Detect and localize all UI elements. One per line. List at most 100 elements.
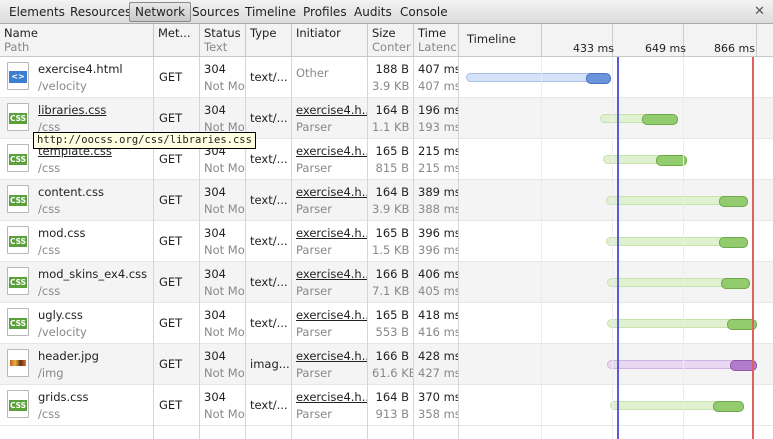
timeline-bar[interactable]: [610, 401, 744, 412]
request-initiator-type: Parser: [296, 284, 332, 298]
request-name[interactable]: ugly.css: [38, 307, 149, 324]
request-initiator-type: Parser: [296, 325, 332, 339]
request-time-cell: 428 ms 427 ms: [414, 344, 458, 385]
timeline-bar[interactable]: [607, 319, 757, 330]
column-header-size[interactable]: Size Conter: [368, 24, 414, 56]
request-size-cell: 164 B 913 B: [368, 385, 413, 426]
column-header-type[interactable]: Type: [246, 24, 292, 56]
request-time-cell: 418 ms 416 ms: [414, 303, 458, 344]
load-event-marker: [752, 57, 754, 439]
request-content-size: 913 B: [375, 407, 410, 421]
request-status: 304: [204, 267, 226, 281]
timeline-bar[interactable]: [607, 278, 750, 289]
request-name[interactable]: mod.css: [38, 225, 149, 242]
request-time-cell: 389 ms 388 ms: [414, 180, 458, 221]
request-name-cell[interactable]: grids.css/css: [34, 385, 153, 426]
timeline-bar-latency: [642, 114, 678, 125]
request-initiator[interactable]: exercise4.h...: [296, 184, 367, 201]
request-time: 407 ms: [418, 62, 458, 76]
request-status-cell: 304 Not Mo: [200, 57, 245, 98]
css-file-icon: [7, 103, 29, 131]
request-size: 188 B: [375, 62, 410, 76]
request-name[interactable]: mod_skins_ex4.css: [38, 266, 149, 283]
request-name[interactable]: exercise4.html: [38, 61, 149, 78]
request-method: GET: [159, 234, 183, 248]
tab-sources[interactable]: Sources: [187, 3, 244, 21]
table-row[interactable]: grids.css/css GET 304 Not Mo text/... exercis…: [0, 385, 773, 426]
column-divider: [245, 57, 246, 439]
request-initiator[interactable]: exercise4.h...: [296, 266, 367, 283]
request-name[interactable]: grids.css: [38, 389, 149, 406]
css-file-icon: [7, 185, 29, 213]
request-type: text/...: [250, 275, 288, 289]
request-latency: 388 ms: [418, 202, 458, 216]
request-initiator: Other: [296, 66, 329, 80]
network-request-list: exercise4.html/velocity GET 304 Not Mo text/…: [0, 57, 773, 439]
column-header-initiator[interactable]: Initiator: [292, 24, 368, 56]
tab-audits[interactable]: Audits: [349, 3, 397, 21]
table-row[interactable]: exercise4.html/velocity GET 304 Not Mo text/…: [0, 57, 773, 98]
tab-network[interactable]: Network: [129, 2, 192, 22]
table-row[interactable]: content.css/css GET 304 Not Mo text/... exerc…: [0, 180, 773, 221]
request-initiator[interactable]: exercise4.h...: [296, 143, 367, 160]
request-status-cell: 304 Not Mo: [200, 221, 245, 262]
tab-resources[interactable]: Resources: [65, 3, 136, 21]
table-row[interactable]: mod_skins_ex4.css/css GET 304 Not Mo text/..…: [0, 262, 773, 303]
network-grid-header: Name Path Met... Status Text Type Initia…: [0, 24, 773, 57]
request-status-text: Not Mo: [204, 161, 245, 175]
timeline-tick-label: 433 ms: [573, 42, 614, 55]
request-status-text: Not Mo: [204, 202, 245, 216]
request-initiator[interactable]: exercise4.h...: [296, 307, 367, 324]
table-row[interactable]: header.jpg/img GET 304 Not Mo imag... exercis…: [0, 344, 773, 385]
request-latency: 427 ms: [418, 366, 458, 380]
request-initiator[interactable]: exercise4.h...: [296, 225, 367, 242]
column-header-status[interactable]: Status Text: [200, 24, 246, 56]
tab-profiles[interactable]: Profiles: [298, 3, 352, 21]
request-time: 396 ms: [418, 226, 458, 240]
timeline-bar[interactable]: [466, 73, 611, 84]
column-header-name[interactable]: Name Path: [0, 24, 154, 56]
table-row[interactable]: mod.css/css GET 304 Not Mo text/... exercise4…: [0, 221, 773, 262]
tab-elements[interactable]: Elements: [4, 3, 70, 21]
request-initiator[interactable]: exercise4.h...: [296, 102, 367, 119]
request-status-text: Not Mo: [204, 79, 245, 93]
column-header-time[interactable]: Time Latenc: [414, 24, 459, 56]
timeline-divider: [541, 24, 542, 56]
request-content-size: 815 B: [375, 161, 410, 175]
request-name[interactable]: libraries.css: [38, 102, 149, 119]
request-name[interactable]: header.jpg: [38, 348, 149, 365]
request-name-cell[interactable]: mod.css/css: [34, 221, 153, 262]
request-initiator-cell: exercise4.h... Parser: [292, 385, 367, 426]
request-initiator[interactable]: exercise4.h...: [296, 389, 367, 406]
timeline-bar[interactable]: [607, 360, 757, 371]
tab-timeline[interactable]: Timeline: [240, 3, 301, 21]
request-status-text: Not Mo: [204, 243, 245, 257]
request-type: text/...: [250, 234, 288, 248]
column-header-method[interactable]: Met...: [154, 24, 200, 56]
close-icon[interactable]: ✕: [754, 4, 765, 19]
request-time: 370 ms: [418, 390, 458, 404]
timeline-bar[interactable]: [603, 155, 687, 166]
request-name[interactable]: content.css: [38, 184, 149, 201]
tab-console[interactable]: Console: [395, 3, 453, 21]
request-size: 166 B: [375, 349, 410, 363]
request-name-cell[interactable]: mod_skins_ex4.css/css: [34, 262, 153, 303]
request-time-cell: 407 ms 407 ms: [414, 57, 458, 98]
request-size-cell: 164 B 3.9 KB: [368, 180, 413, 221]
request-name-cell[interactable]: header.jpg/img: [34, 344, 153, 385]
request-name-cell[interactable]: ugly.css/velocity: [34, 303, 153, 344]
request-initiator[interactable]: exercise4.h...: [296, 348, 367, 365]
timeline-bar[interactable]: [606, 196, 748, 207]
request-initiator-cell: exercise4.h... Parser: [292, 98, 367, 139]
request-size: 164 B: [375, 103, 410, 117]
request-time: 215 ms: [418, 144, 458, 158]
request-size: 165 B: [375, 308, 410, 322]
table-row[interactable]: ugly.css/velocity GET 304 Not Mo text/... exe…: [0, 303, 773, 344]
column-divider: [413, 57, 414, 439]
timeline-bar[interactable]: [606, 237, 748, 248]
request-name-cell[interactable]: exercise4.html/velocity: [34, 57, 153, 98]
request-name-cell[interactable]: content.css/css: [34, 180, 153, 221]
request-time-cell: 215 ms 215 ms: [414, 139, 458, 180]
request-status-cell: 304 Not Mo: [200, 262, 245, 303]
panel-tabbar: Elements Resources Network Sources Timel…: [0, 0, 773, 24]
